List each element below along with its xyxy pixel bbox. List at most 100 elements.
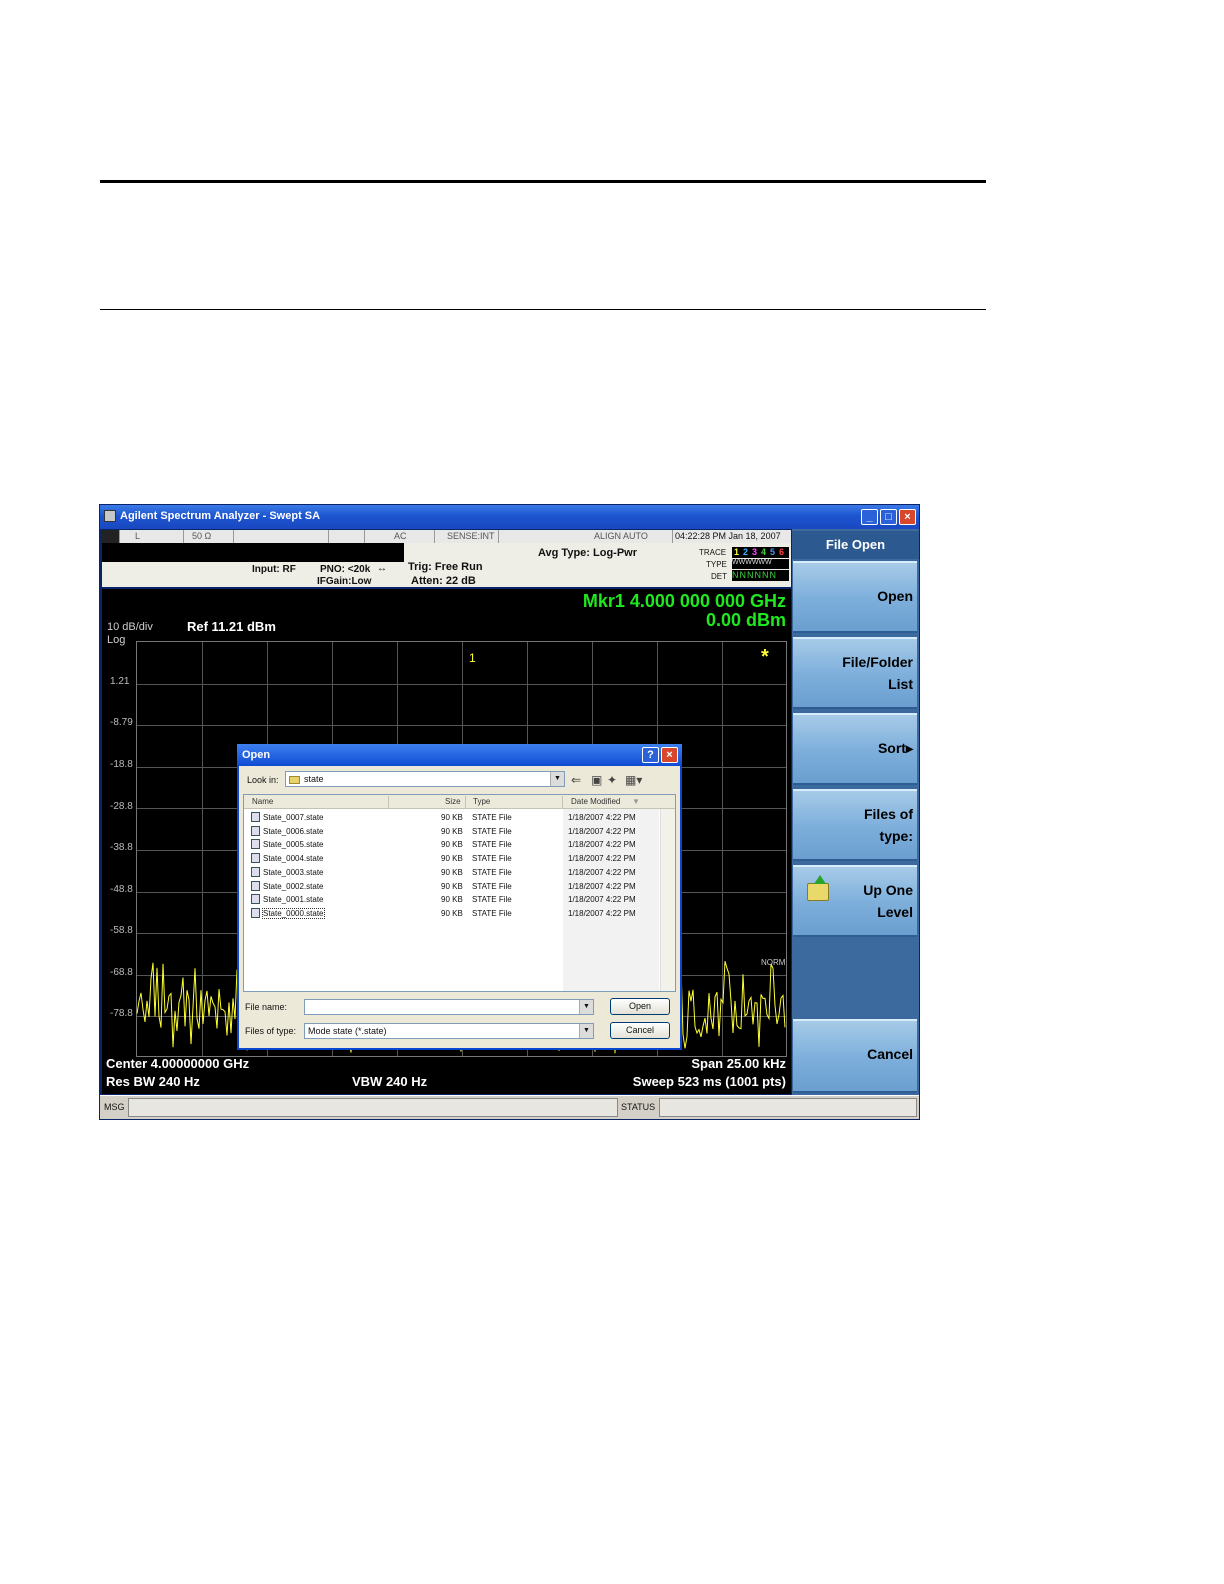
chevron-down-icon[interactable]: ▼	[550, 772, 564, 786]
minimize-button[interactable]: _	[861, 509, 878, 525]
trigger-setting: Trig: Free Run	[408, 561, 483, 573]
file-date: 1/18/2007 4:22 PM	[568, 813, 636, 822]
file-name: State_0006.state	[263, 826, 324, 836]
trace-5: 5	[769, 547, 775, 557]
center-frequency: Center 4.00000000 GHz	[106, 1056, 250, 1071]
help-button[interactable]: ?	[642, 747, 659, 763]
softkey-label: Level	[877, 904, 913, 920]
state-file-icon	[251, 907, 260, 918]
state-file-icon	[251, 880, 260, 891]
dialog-close-button[interactable]: ×	[661, 747, 678, 763]
file-type: STATE File	[472, 867, 512, 877]
column-size[interactable]: Size	[445, 797, 461, 806]
file-size: 90 KB	[441, 840, 463, 850]
file-name: State_0007.state	[263, 813, 324, 822]
file-row[interactable]: State_0004.state 90 KB STATE File 1/18/2007…	[244, 852, 675, 865]
softkey-panel: File Open Open File/Folder List Sort▸ Fi…	[792, 529, 919, 1095]
softkey-label: File/Folder	[842, 654, 913, 670]
file-row[interactable]: State_0007.state 90 KB STATE File 1/18/2007…	[244, 811, 675, 824]
look-in-label: Look in:	[247, 775, 279, 785]
file-name: State_0003.state	[263, 867, 324, 877]
file-size: 90 KB	[441, 908, 463, 918]
file-size: 90 KB	[441, 826, 463, 836]
softkey-label: type:	[879, 828, 913, 844]
softkey-cancel[interactable]: Cancel	[793, 1019, 917, 1093]
status-field	[659, 1098, 917, 1117]
file-row[interactable]: State_0001.state 90 KB STATE File 1/18/2007…	[244, 893, 675, 906]
trace-1: 1	[733, 547, 739, 557]
look-in-select[interactable]: state ▼	[285, 771, 565, 787]
file-date: 1/18/2007 4:22 PM	[568, 908, 636, 918]
arrow-icon: ↔	[377, 563, 387, 574]
span: Span 25.00 kHz	[691, 1056, 786, 1071]
file-type: STATE File	[472, 854, 512, 864]
new-folder-icon[interactable]: ✦	[607, 773, 617, 787]
softkey-files-of-type[interactable]: Files of type:	[793, 789, 917, 861]
trace-2: 2	[742, 547, 748, 557]
close-button[interactable]: ×	[899, 509, 916, 525]
app-icon	[104, 510, 116, 522]
column-name[interactable]: Name	[252, 797, 273, 806]
message-display	[102, 543, 404, 562]
det-label: DET	[711, 572, 727, 581]
status-divider	[365, 530, 435, 543]
res-bw: Res BW 240 Hz	[106, 1074, 200, 1089]
window-titlebar[interactable]: Agilent Spectrum Analyzer - Swept SA _ □…	[100, 505, 919, 529]
chevron-down-icon[interactable]: ▼	[579, 1000, 593, 1014]
status-divider	[184, 530, 234, 543]
file-row[interactable]: State_0003.state 90 KB STATE File 1/18/2007…	[244, 866, 675, 879]
state-file-icon	[251, 812, 260, 822]
file-name-input[interactable]: ▼	[304, 999, 594, 1015]
column-separator	[562, 796, 563, 808]
file-row[interactable]: State_0000.state 90 KB STATE File 1/18/2007…	[244, 907, 675, 920]
rf-indicator-icon	[102, 530, 120, 543]
maximize-button[interactable]: □	[880, 509, 897, 525]
state-file-icon	[251, 866, 260, 877]
file-type: STATE File	[472, 826, 512, 836]
status-divider	[329, 530, 365, 543]
column-type[interactable]: Type	[473, 797, 490, 806]
file-type: STATE File	[472, 881, 512, 891]
marker-star-icon: *	[761, 646, 769, 668]
trace-3: 3	[751, 547, 757, 557]
softkey-label: Cancel	[867, 1046, 913, 1062]
files-of-type-select[interactable]: Mode state (*.state) ▼	[304, 1023, 594, 1039]
msg-label: MSG	[104, 1102, 125, 1112]
file-row[interactable]: State_0005.state 90 KB STATE File 1/18/2007…	[244, 838, 675, 851]
file-date: 1/18/2007 4:22 PM	[568, 840, 636, 850]
instrument-status-row: L 50 Ω AC SENSE:INT ALIGN AUTO 04:22:28 …	[102, 530, 791, 543]
vertical-scrollbar[interactable]	[660, 809, 675, 991]
datetime-status: 04:22:28 PM Jan 18, 2007	[675, 531, 781, 541]
chevron-down-icon[interactable]: ▼	[579, 1024, 593, 1038]
state-file-icon	[251, 894, 260, 905]
section-rule	[100, 309, 986, 310]
softkey-label: Up One	[863, 882, 913, 898]
trace-6: 6	[778, 547, 784, 557]
softkey-file-folder-list[interactable]: File/Folder List	[793, 637, 917, 709]
trace-det-row: NNNNNN	[732, 570, 789, 581]
spectrum-display: Mkr1 4.000 000 000 GHz 0.00 dBm 10 dB/di…	[102, 589, 791, 1094]
open-button[interactable]: Open	[610, 998, 670, 1015]
look-in-value: state	[304, 774, 324, 784]
marker-number: 1	[469, 651, 476, 665]
back-icon[interactable]: ⇐	[571, 773, 581, 787]
view-menu-icon[interactable]: ▦▾	[625, 773, 642, 787]
cancel-button[interactable]: Cancel	[610, 1022, 670, 1039]
file-size: 90 KB	[441, 867, 463, 877]
file-size: 90 KB	[441, 854, 463, 864]
up-folder-icon[interactable]: ▣	[591, 773, 602, 787]
file-row[interactable]: State_0006.state 90 KB STATE File 1/18/2007…	[244, 825, 675, 838]
file-row[interactable]: State_0002.state 90 KB STATE File 1/18/2007…	[244, 880, 675, 893]
file-type: STATE File	[472, 813, 512, 822]
top-rule	[100, 180, 986, 183]
softkey-open[interactable]: Open	[793, 561, 917, 633]
softkey-sort[interactable]: Sort▸	[793, 713, 917, 785]
status-divider	[120, 530, 184, 543]
dialog-title: Open	[242, 749, 271, 761]
softkey-up-one-level[interactable]: Up One Level	[793, 865, 917, 937]
state-file-icon	[251, 825, 260, 836]
dialog-titlebar[interactable]: Open ? ×	[237, 744, 682, 766]
column-date[interactable]: Date Modified	[571, 797, 620, 806]
file-list[interactable]: Name Size Type Date Modified ▼ State_000…	[243, 794, 676, 992]
msg-field	[128, 1098, 618, 1117]
